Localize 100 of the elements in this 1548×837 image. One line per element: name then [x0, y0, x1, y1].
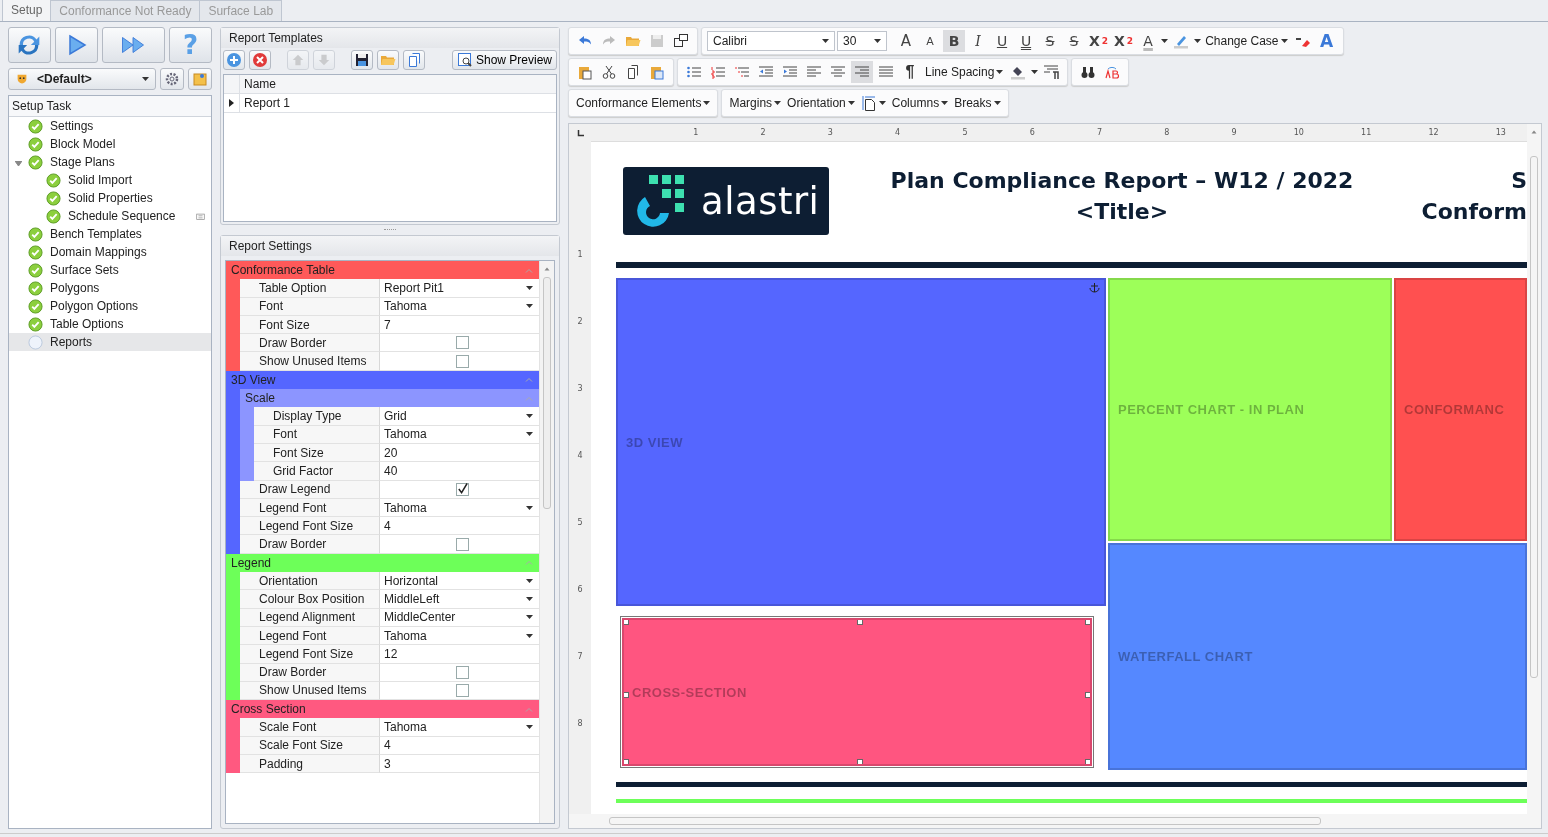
tree-header: Setup Task — [9, 96, 211, 117]
up-arrow-icon — [291, 53, 305, 67]
fast-forward-button[interactable] — [101, 27, 166, 63]
paragraph-button[interactable] — [851, 61, 873, 83]
report-title: Plan Compliance Report – W12 / 2022 — [890, 168, 1354, 193]
dropdown-caret-icon — [526, 578, 533, 583]
caret-icon — [822, 39, 829, 43]
format-button[interactable]: U — [991, 30, 1013, 52]
layout-menu[interactable]: Breaks — [952, 92, 1003, 114]
styles-button[interactable]: A — [1315, 30, 1338, 52]
dropdown-field[interactable]: MiddleLeft — [380, 590, 539, 609]
dropdown-field[interactable]: Grid — [380, 407, 539, 426]
check-icon — [28, 118, 43, 134]
tab-stop-icon[interactable] — [576, 129, 584, 137]
column-header[interactable]: Name — [240, 77, 276, 91]
format-button[interactable]: X$^{2}$ — [1087, 30, 1111, 52]
font-size-dropdown[interactable]: 30 — [837, 31, 887, 51]
tree-item[interactable]: Stage Plans — [48, 154, 117, 170]
scrollbar-thumb[interactable] — [609, 817, 1321, 825]
dropdown-field[interactable]: Tahoma — [380, 425, 539, 444]
show-preview-button[interactable]: Show Preview — [451, 50, 557, 70]
checkbox[interactable] — [456, 354, 469, 368]
scrollbar-thumb[interactable] — [543, 277, 551, 509]
report-side-title: S — [1511, 168, 1527, 193]
format-button[interactable]: A — [919, 30, 941, 52]
dropdown-caret-icon — [526, 505, 533, 510]
layout-menu[interactable]: Margins — [727, 92, 784, 114]
tree-item[interactable]: Solid Properties — [66, 190, 155, 206]
refresh-button[interactable] — [8, 27, 51, 63]
format-button[interactable]: S — [1063, 30, 1085, 52]
scrollbar-thumb[interactable] — [1530, 156, 1538, 678]
category-header[interactable]: Conformance Table — [226, 261, 539, 280]
preview-icon — [456, 52, 473, 68]
tree-item[interactable]: Domain Mappings — [48, 244, 149, 260]
tree-item[interactable]: Table Options — [48, 316, 126, 332]
tree-item[interactable]: Bench Templates — [48, 226, 144, 242]
layout-menu[interactable]: Orientation — [785, 92, 857, 114]
caret-icon — [774, 101, 782, 105]
profile-dropdown[interactable]: <Default> — [8, 68, 156, 90]
settings-button[interactable] — [160, 68, 184, 90]
property-label: Draw Border — [240, 535, 380, 554]
report-subtitle: <Title> — [1075, 199, 1169, 224]
check-icon — [46, 190, 61, 206]
font-dropdown[interactable]: Calibri — [707, 31, 835, 51]
add-button[interactable] — [223, 50, 245, 70]
checkbox[interactable] — [456, 683, 469, 697]
dropdown-field[interactable]: Tahoma — [380, 718, 539, 737]
format-button[interactable]: B — [943, 30, 965, 52]
change-case-menu[interactable]: Change Case — [1203, 30, 1290, 52]
checkbox[interactable] — [456, 665, 469, 679]
caret-icon — [993, 101, 1001, 105]
tree-item[interactable]: Solid Import — [66, 172, 135, 188]
scroll-up-icon — [1530, 128, 1538, 136]
tree-item[interactable]: Settings — [48, 118, 96, 134]
dropdown-field[interactable]: Tahoma — [380, 297, 539, 316]
list-icon[interactable] — [195, 210, 206, 222]
copy-button[interactable] — [403, 50, 425, 70]
format-button[interactable]: A — [895, 30, 917, 52]
scroll-up-button[interactable] — [1527, 124, 1541, 142]
scrollbar[interactable] — [539, 261, 554, 823]
play-button[interactable] — [54, 27, 98, 63]
numbered-list-icon — [710, 64, 726, 80]
save-button[interactable] — [351, 50, 373, 70]
gear-icon — [164, 71, 180, 87]
scroll-up-icon[interactable] — [543, 265, 551, 273]
checkbox[interactable] — [456, 537, 469, 551]
property-label: Scale Font — [240, 718, 380, 737]
ruler-number: 7 — [1096, 128, 1103, 137]
scrollbar[interactable] — [569, 814, 1541, 828]
category-header[interactable]: Cross Section — [226, 700, 539, 719]
check-icon — [46, 208, 61, 224]
checkbox[interactable] — [456, 482, 469, 496]
tree-item[interactable]: Surface Sets — [48, 262, 121, 278]
tree-item[interactable]: Polygons — [48, 280, 102, 296]
dropdown-caret-icon — [526, 414, 533, 418]
tree-item[interactable]: Polygon Options — [48, 298, 141, 314]
dropdown-caret-icon — [526, 615, 533, 620]
ruler-number: 3 — [826, 128, 833, 137]
format-button[interactable]: I — [967, 30, 989, 52]
tab[interactable]: Setup — [2, 0, 52, 21]
dropdown-field[interactable]: MiddleCenter — [380, 608, 539, 627]
layout-menu[interactable]: Columns — [889, 92, 951, 114]
format-button[interactable]: A — [1137, 30, 1160, 52]
ruler-number: 5 — [961, 128, 968, 137]
expand-arrow-icon[interactable] — [15, 161, 22, 166]
delete-button[interactable] — [249, 50, 271, 70]
checkbox[interactable] — [456, 336, 469, 350]
page-size-icon[interactable] — [860, 95, 877, 111]
note-button[interactable] — [188, 68, 212, 90]
tree-item[interactable]: Block Model — [48, 136, 118, 152]
table-cell[interactable]: Report 1 — [240, 96, 291, 110]
dropdown-field[interactable]: Report Pit1 — [380, 279, 539, 298]
format-button[interactable]: U — [1015, 30, 1037, 52]
dropdown-caret-icon — [526, 304, 533, 309]
tree-item[interactable]: Schedule Sequence — [66, 208, 178, 224]
paragraph-marks-button[interactable]: ¶ — [899, 61, 921, 83]
category-header[interactable]: Scale — [240, 389, 539, 408]
line-spacing-menu[interactable]: Line Spacing — [923, 61, 1006, 83]
format-button[interactable]: S — [1039, 30, 1061, 52]
property-label: Table Option — [240, 279, 380, 298]
